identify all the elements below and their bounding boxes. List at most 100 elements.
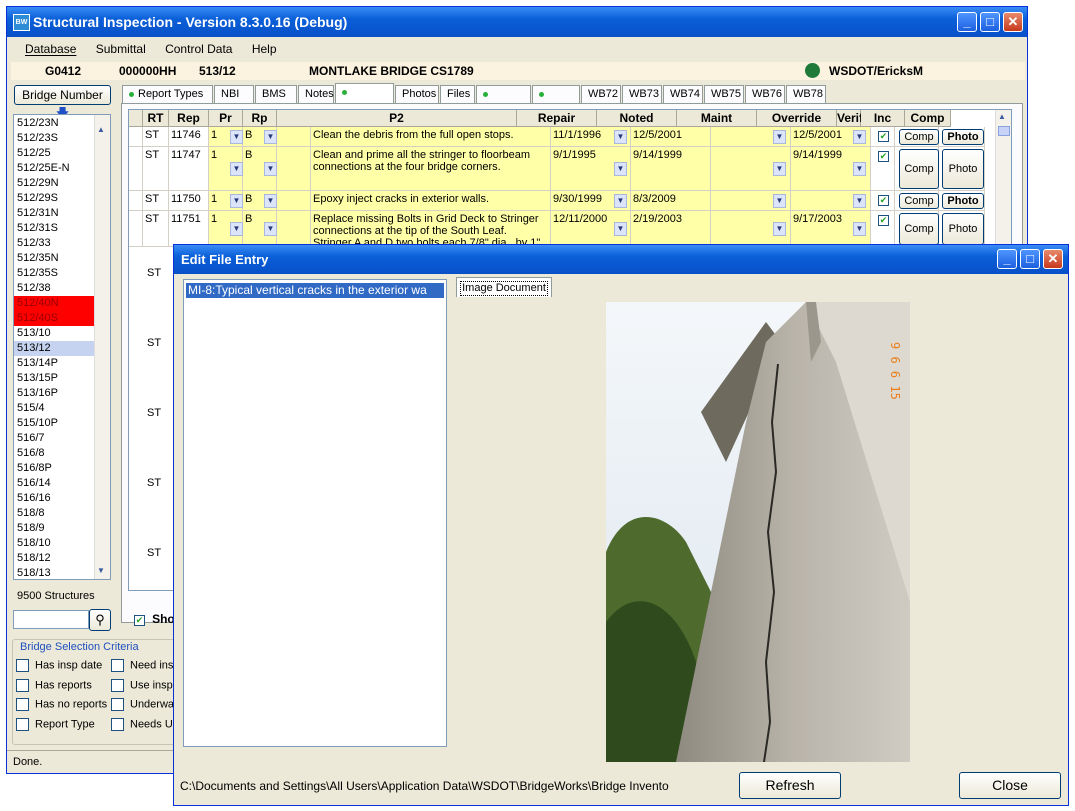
cell[interactable] bbox=[129, 191, 143, 211]
bridge-list-item[interactable]: 512/35S bbox=[14, 266, 101, 281]
tab-nbi[interactable]: NBI bbox=[214, 85, 254, 103]
bridge-list-item[interactable]: 518/10 bbox=[14, 536, 101, 551]
photo-button[interactable]: Photo bbox=[942, 149, 984, 189]
dropdown-arrow-icon[interactable]: ▼ bbox=[264, 162, 277, 176]
bridge-list-item[interactable]: 516/7 bbox=[14, 431, 101, 446]
table-row[interactable]: ST 11751 1 B Replace missing Bolts in Grid D… bbox=[129, 211, 995, 247]
bridge-list-item[interactable]: 512/35N bbox=[14, 251, 101, 266]
dropdown-arrow-icon[interactable]: ▼ bbox=[773, 162, 786, 176]
cell-rt[interactable]: ST bbox=[143, 191, 169, 211]
dropdown-arrow-icon[interactable]: ▼ bbox=[230, 222, 243, 236]
tab-image-document[interactable]: Image Document bbox=[456, 277, 552, 297]
dropdown-arrow-icon[interactable]: ▼ bbox=[230, 162, 243, 176]
dropdown-arrow-icon[interactable]: ▼ bbox=[614, 162, 627, 176]
cell-rep[interactable]: 11751 bbox=[169, 211, 209, 247]
checkbox-box[interactable] bbox=[16, 717, 29, 731]
bridge-list-item[interactable]: 512/23N bbox=[14, 116, 101, 131]
criteria-checkbox[interactable]: Underwat bbox=[111, 698, 177, 711]
column-header[interactable]: Inc bbox=[861, 110, 905, 127]
bridge-list-item[interactable]: 512/31N bbox=[14, 206, 101, 221]
tab-bms[interactable]: BMS bbox=[255, 85, 297, 103]
criteria-checkbox[interactable]: Has insp date bbox=[16, 659, 102, 672]
checkbox-box[interactable] bbox=[16, 659, 29, 672]
cell-desc[interactable]: Clean and prime all the stringer to floo… bbox=[311, 147, 551, 191]
table-row[interactable]: ST 11750 1 B Epoxy inject cracks in exterior… bbox=[129, 191, 995, 211]
checkbox-box[interactable] bbox=[111, 678, 124, 692]
cell-rt[interactable]: ST bbox=[143, 127, 169, 147]
cell[interactable] bbox=[277, 127, 311, 147]
cell-desc[interactable]: Clean the debris from the full open stop… bbox=[311, 127, 551, 147]
table-row[interactable]: ST 11747 1 B Clean and prime all the stringe… bbox=[129, 147, 995, 191]
comp-button[interactable]: Comp bbox=[899, 213, 939, 245]
bridge-list-item[interactable]: 512/40S bbox=[14, 311, 101, 326]
dropdown-arrow-icon[interactable]: ▼ bbox=[853, 222, 866, 236]
comp-button[interactable]: Comp bbox=[899, 129, 939, 145]
cell[interactable] bbox=[129, 211, 143, 247]
tab-photos[interactable]: Photos bbox=[395, 85, 439, 103]
cell-rep[interactable]: 11747 bbox=[169, 147, 209, 191]
scroll-down-icon[interactable]: ▼ bbox=[97, 566, 105, 575]
dropdown-arrow-icon[interactable]: ▼ bbox=[773, 194, 786, 208]
bridge-list-item[interactable]: 512/31S bbox=[14, 221, 101, 236]
inc-checkbox[interactable]: ✔ bbox=[878, 131, 889, 142]
tab-wb75[interactable]: WB75 bbox=[704, 85, 744, 103]
tab-files[interactable]: Files bbox=[440, 85, 475, 103]
photo-button[interactable]: Photo bbox=[942, 213, 984, 245]
column-header[interactable]: Pr bbox=[209, 110, 243, 127]
dialog-minimize-button[interactable]: _ bbox=[997, 249, 1017, 269]
tab-letters[interactable]: Letters bbox=[476, 85, 531, 116]
dropdown-arrow-icon[interactable]: ▼ bbox=[264, 222, 277, 236]
column-header[interactable]: Rep bbox=[169, 110, 209, 127]
cell-rep[interactable]: 11750 bbox=[169, 191, 209, 211]
bridge-list-item[interactable]: 512/29N bbox=[14, 176, 101, 191]
file-entry-list[interactable]: MI-8:Typical vertical cracks in the exte… bbox=[183, 279, 447, 747]
dropdown-arrow-icon[interactable]: ▼ bbox=[264, 194, 277, 208]
bridge-search-input[interactable] bbox=[13, 610, 89, 629]
bridge-list-item[interactable]: 515/4 bbox=[14, 401, 101, 416]
cell-rep[interactable]: 11746 bbox=[169, 127, 209, 147]
bridge-list-item[interactable]: 516/16 bbox=[14, 491, 101, 506]
checkbox-box[interactable] bbox=[111, 659, 124, 672]
dropdown-arrow-icon[interactable]: ▼ bbox=[773, 222, 786, 236]
menu-submittal[interactable]: Submittal bbox=[88, 42, 154, 56]
inc-checkbox[interactable]: ✔ bbox=[878, 195, 889, 206]
checkbox-box[interactable] bbox=[111, 717, 124, 731]
bridge-list-item[interactable]: 513/12 bbox=[14, 341, 101, 356]
bridge-list-item[interactable]: 518/9 bbox=[14, 521, 101, 536]
column-header[interactable]: Maint bbox=[677, 110, 757, 127]
column-header[interactable]: Override bbox=[757, 110, 837, 127]
dropdown-arrow-icon[interactable]: ▼ bbox=[614, 194, 627, 208]
dropdown-arrow-icon[interactable]: ▼ bbox=[230, 194, 243, 208]
tab-wb71[interactable]: WB71 bbox=[532, 85, 580, 116]
cell-desc[interactable]: Replace missing Bolts in Grid Deck to St… bbox=[311, 211, 551, 247]
criteria-checkbox[interactable]: Use inspr bbox=[111, 678, 176, 692]
bridge-list-item[interactable]: 512/40N bbox=[14, 296, 101, 311]
column-header[interactable] bbox=[129, 110, 143, 127]
criteria-checkbox[interactable]: Has no reports bbox=[16, 698, 107, 711]
comp-button[interactable]: Comp bbox=[899, 149, 939, 189]
refresh-button[interactable]: Refresh bbox=[739, 772, 841, 799]
scroll-up-icon[interactable]: ▲ bbox=[97, 125, 105, 134]
cell-rt[interactable]: ST bbox=[147, 407, 161, 419]
column-header[interactable]: Repair Description bbox=[517, 110, 597, 142]
dropdown-arrow-icon[interactable]: ▼ bbox=[614, 130, 627, 144]
bridge-list-item[interactable]: 512/29S bbox=[14, 191, 101, 206]
cell-maint[interactable]: 8/3/2009 bbox=[631, 191, 711, 211]
bridge-list-item[interactable]: 518/13 bbox=[14, 566, 101, 581]
column-header[interactable]: Noted bbox=[597, 110, 677, 127]
cell-maint[interactable]: 9/14/1999 bbox=[631, 147, 711, 191]
dropdown-arrow-icon[interactable]: ▼ bbox=[853, 194, 866, 208]
grid-scroll-up-icon[interactable]: ▲ bbox=[998, 112, 1006, 121]
photo-button[interactable]: Photo bbox=[942, 129, 984, 145]
cell-rt[interactable]: ST bbox=[147, 267, 161, 279]
bridge-list-item[interactable]: 518/8 bbox=[14, 506, 101, 521]
inc-checkbox[interactable]: ✔ bbox=[878, 151, 889, 162]
bridge-list-item[interactable]: 512/25E-N bbox=[14, 161, 101, 176]
grid-scroll-thumb[interactable] bbox=[998, 126, 1010, 136]
cell[interactable] bbox=[277, 147, 311, 191]
photo-button[interactable]: Photo bbox=[942, 193, 984, 209]
cell-maint[interactable]: 2/19/2003 bbox=[631, 211, 711, 247]
tab-wb78[interactable]: WB78 bbox=[786, 85, 826, 103]
column-header[interactable]: Verified bbox=[837, 110, 880, 127]
dropdown-arrow-icon[interactable]: ▼ bbox=[614, 222, 627, 236]
